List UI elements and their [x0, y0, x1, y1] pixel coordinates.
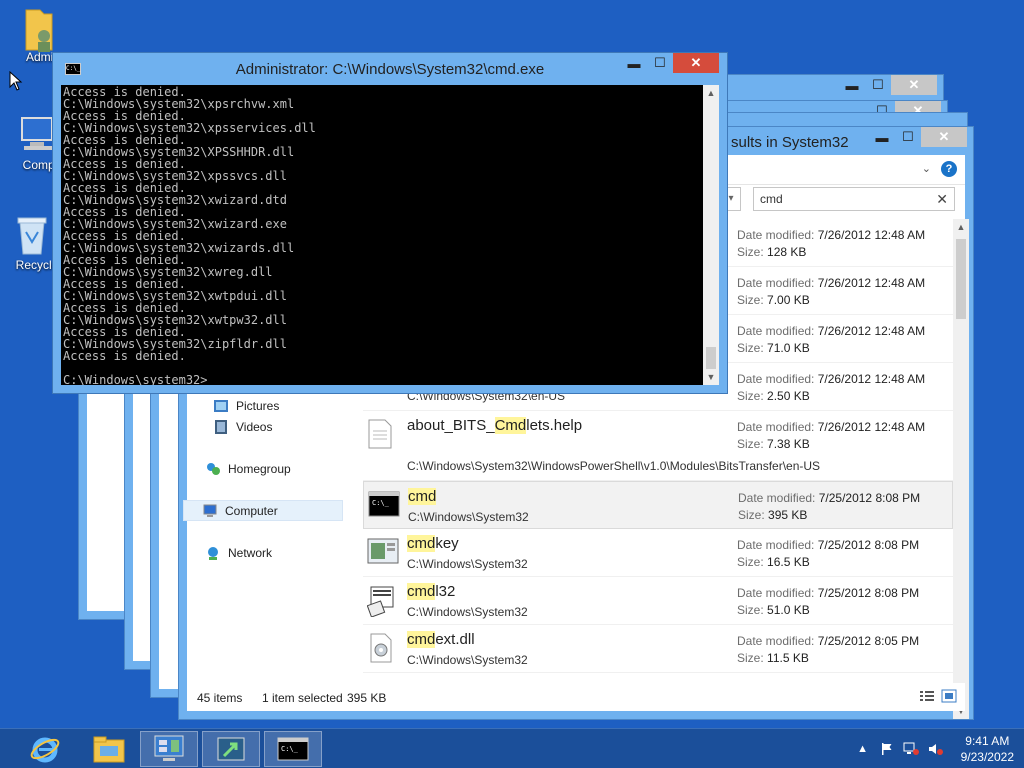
volume-muted-icon[interactable]: [927, 741, 943, 757]
minimize-button[interactable]: ▬: [839, 75, 865, 95]
maximize-button[interactable]: ☐: [895, 127, 921, 147]
help-icon[interactable]: ?: [941, 161, 957, 177]
result-row-selected[interactable]: C:\_ cmd C:\Windows\System32 Date modifi…: [363, 481, 953, 529]
nav-item-label: Network: [228, 545, 273, 560]
cmd-exe-icon: C:\_: [368, 490, 400, 522]
cmdkey-icon: [367, 537, 399, 569]
console-line: C:\Windows\system32>_: [63, 373, 215, 385]
flag-icon[interactable]: [879, 741, 895, 757]
close-button[interactable]: ✕: [891, 75, 937, 95]
taskbar-server-manager-button[interactable]: [140, 731, 198, 767]
maximize-button[interactable]: ☐: [647, 53, 673, 73]
close-button[interactable]: ✕: [921, 127, 967, 147]
show-hidden-icons-icon[interactable]: ▲: [855, 741, 871, 757]
upload-arrow-icon: [217, 737, 245, 761]
cmd-window[interactable]: C:\_ Administrator: C:\Windows\System32\…: [52, 52, 728, 394]
minimize-button[interactable]: ▬: [621, 53, 647, 73]
nav-item-network[interactable]: Network: [187, 542, 357, 563]
recycle-bin-icon: [12, 214, 52, 255]
scroll-down-arrow-icon[interactable]: ▼: [703, 369, 719, 385]
scroll-up-arrow-icon[interactable]: ▲: [703, 85, 719, 101]
network-icon: [205, 545, 221, 561]
minimize-button[interactable]: ▬: [869, 127, 895, 147]
large-icons-view-icon[interactable]: [941, 689, 957, 706]
videos-icon: [213, 419, 229, 435]
clock-date: 9/23/2022: [960, 750, 1014, 764]
clock-time: 9:41 AM: [965, 734, 1010, 748]
close-button[interactable]: ✕: [673, 53, 719, 73]
status-item-count: 45 items: [197, 691, 243, 705]
search-box[interactable]: ✕: [753, 187, 955, 211]
result-row[interactable]: cmdl32 C:\Windows\System32 Date modified…: [363, 577, 953, 625]
dll-gear-icon: [367, 633, 399, 665]
status-selected: 1 item selected: [262, 691, 343, 705]
user-folder-icon: [16, 6, 56, 52]
nav-item-label: Computer: [225, 503, 278, 518]
result-row[interactable]: cmdext.dll C:\Windows\System32 Date modi…: [363, 625, 953, 673]
nav-item-label: Homegroup: [228, 461, 291, 476]
system-tray: ▲ 9:41 AM 9/23/2022: [851, 729, 1014, 768]
console-line: Access is denied.: [63, 349, 186, 363]
server-manager-icon: [154, 735, 184, 761]
nav-item-label: Videos: [236, 419, 273, 434]
result-row[interactable]: cmdkey C:\Windows\System32 Date modified…: [363, 529, 953, 577]
document-icon: [367, 419, 399, 451]
result-row[interactable]: about_BITS_Cmdlets.help C:\Windows\Syste…: [363, 411, 953, 481]
taskbar-powershell-button[interactable]: [202, 731, 260, 767]
scrollbar-thumb[interactable]: [706, 347, 716, 369]
scrollbar-thumb[interactable]: [956, 239, 966, 319]
nav-item-homegroup[interactable]: Homegroup: [187, 458, 357, 479]
cmd-titlebar[interactable]: C:\_ Administrator: C:\Windows\System32\…: [53, 53, 727, 85]
homegroup-icon: [205, 461, 221, 477]
computer-icon: [16, 114, 56, 154]
console-output[interactable]: Access is denied. C:\Windows\system32\xps…: [61, 85, 703, 385]
navigation-pane: Pictures Videos Homegroup Computer Netwo…: [183, 395, 357, 563]
internet-explorer-icon: [30, 737, 60, 763]
details-view-icon[interactable]: [919, 689, 935, 706]
status-bar: 45 items 1 item selected 395 KB: [187, 683, 965, 711]
explorer-title: sults in System32: [731, 134, 849, 151]
taskbar-explorer-button[interactable]: [80, 731, 138, 767]
mouse-cursor-icon: [9, 70, 23, 94]
network-status-icon[interactable]: [903, 741, 919, 757]
clear-search-icon[interactable]: ✕: [936, 191, 948, 208]
maximize-button[interactable]: ☐: [865, 75, 891, 95]
ribbon-expand-icon[interactable]: ⌄: [922, 162, 931, 175]
nav-item-pictures[interactable]: Pictures: [187, 395, 357, 416]
taskbar: C:\_ ▲ 9:41 AM 9/23/2022: [0, 728, 1024, 768]
computer-icon: [202, 503, 218, 519]
console-scrollbar[interactable]: ▲ ▼: [703, 85, 719, 385]
svg-text:C:\_: C:\_: [281, 745, 299, 753]
taskbar-ie-button[interactable]: [16, 731, 74, 767]
cmdl32-icon: [366, 585, 399, 618]
taskbar-cmd-button[interactable]: C:\_: [264, 731, 322, 767]
nav-item-label: Pictures: [236, 398, 280, 413]
clock[interactable]: 9:41 AM 9/23/2022: [961, 733, 1014, 765]
nav-item-computer[interactable]: Computer: [183, 500, 343, 521]
scroll-up-arrow-icon[interactable]: ▲: [953, 219, 969, 235]
cmd-taskbar-icon: C:\_: [277, 737, 309, 761]
search-input[interactable]: [754, 188, 924, 210]
pictures-icon: [213, 398, 229, 414]
status-selected-size: 395 KB: [347, 691, 387, 705]
file-explorer-icon: [93, 736, 125, 763]
nav-item-videos[interactable]: Videos: [187, 416, 357, 437]
results-scrollbar[interactable]: ▲ ▼: [953, 219, 969, 719]
svg-text:C:\_: C:\_: [372, 499, 390, 507]
